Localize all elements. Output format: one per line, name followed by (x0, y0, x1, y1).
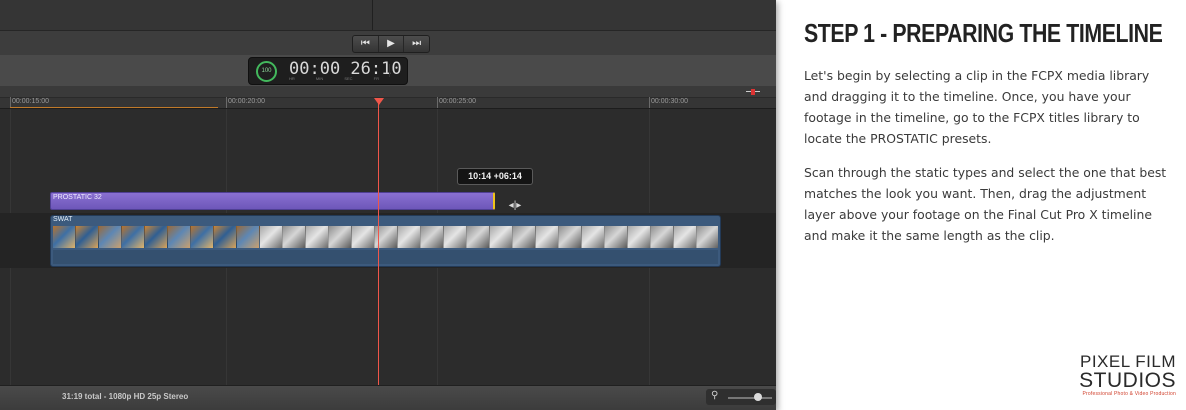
ruler-tick-line (437, 97, 438, 108)
filmstrip-thumbnail (352, 226, 375, 248)
filmstrip-thumbnail (651, 226, 674, 248)
ruler-header (0, 86, 776, 98)
filmstrip-thumbnail (513, 226, 536, 248)
playhead[interactable] (378, 101, 379, 385)
video-clip[interactable]: SWAT (50, 215, 721, 267)
skip-forward-icon[interactable]: ⏭ (404, 36, 429, 52)
zoom-slider-knob[interactable] (754, 393, 762, 401)
adjustment-layer-clip[interactable]: PROSTATIC 32 (50, 192, 495, 210)
filmstrip-thumbnail (444, 226, 467, 248)
logo-tagline: Professional Photo & Video Production (1082, 391, 1176, 397)
timecode-meter (389, 64, 399, 77)
transport-controls: ⏮ ▶ ⏭ (352, 35, 430, 53)
ruler-tick-label: 00:00:15:00 (12, 98, 49, 105)
timeline-area[interactable]: 10:14 +06:14 PROSTATIC 32 ◂|▸ SWAT (0, 109, 776, 385)
ruler-tick-line (649, 97, 650, 108)
zoom-slider-track[interactable] (728, 397, 772, 399)
filmstrip-thumbnail (306, 226, 329, 248)
filmstrip-thumbnail (191, 226, 214, 248)
timecode-display[interactable]: 100 00:00 26:10 HR MIN SEC FR (248, 57, 408, 85)
ruler-tick-label: 00:00:20:00 (228, 98, 265, 105)
filmstrip-thumbnail (421, 226, 444, 248)
skip-back-icon[interactable]: ⏮ (353, 36, 379, 52)
filmstrip-thumbnail (214, 226, 237, 248)
filmstrip-thumbnail (697, 226, 718, 248)
ruler-tick-label: 00:00:25:00 (439, 98, 476, 105)
paragraph-1: Let's begin by selecting a clip in the F… (804, 68, 1150, 146)
filmstrip (53, 226, 718, 248)
filmstrip-thumbnail (490, 226, 513, 248)
filmstrip-thumbnail (53, 226, 76, 248)
filmstrip-thumbnail (536, 226, 559, 248)
trim-cursor-icon: ◂|▸ (508, 200, 522, 211)
filmstrip-thumbnail (582, 226, 605, 248)
filmstrip-thumbnail (398, 226, 421, 248)
filmstrip-thumbnail (628, 226, 651, 248)
dashboard-bar: 100 00:00 26:10 HR MIN SEC FR (0, 55, 776, 86)
filmstrip-thumbnail (168, 226, 191, 248)
project-info: 31:19 total - 1080p HD 25p Stereo (62, 392, 189, 401)
filmstrip-thumbnail (559, 226, 582, 248)
timecode-unit-min: MIN (315, 76, 324, 81)
timeline-ruler[interactable]: 00:00:15:00 00:00:20:00 00:00:25:00 00:0… (0, 86, 776, 109)
filmstrip-thumbnail (237, 226, 260, 248)
filmstrip-thumbnail (99, 226, 122, 248)
audio-waveform (53, 250, 718, 264)
filmstrip-thumbnail (329, 226, 352, 248)
timecode-unit-fr: FR (373, 76, 379, 81)
filmstrip-thumbnail (605, 226, 628, 248)
pixel-film-studios-logo: PIXEL FILM STUDIOS Professional Photo & … (1076, 353, 1176, 403)
magnifier-icon[interactable]: ⚲ (711, 390, 718, 401)
ruler-tick-line (226, 97, 227, 108)
zoom-control[interactable]: ⚲ (706, 389, 776, 405)
viewer-divider (372, 0, 373, 30)
viewer-bottom (0, 0, 776, 30)
filmstrip-thumbnail (122, 226, 145, 248)
logo-line-2: STUDIOS (1079, 369, 1176, 392)
timecode-unit-sec: SEC (344, 76, 353, 81)
playhead-handle[interactable] (374, 98, 384, 105)
timecode-unit-hr: HR (289, 76, 295, 81)
ruler-tick-label: 00:00:30:00 (651, 98, 688, 105)
trim-tooltip: 10:14 +06:14 (457, 168, 533, 185)
filmstrip-thumbnail (467, 226, 490, 248)
status-bar: 31:19 total - 1080p HD 25p Stereo ⚲ (0, 385, 776, 410)
filmstrip-thumbnail (145, 226, 168, 248)
adjustment-clip-label: PROSTATIC 32 (53, 194, 102, 201)
background-tasks-icon[interactable]: 100 (256, 61, 277, 82)
render-bar (10, 107, 218, 108)
skimming-icon[interactable] (746, 89, 760, 95)
filmstrip-thumbnail (283, 226, 306, 248)
play-icon[interactable]: ▶ (379, 36, 405, 52)
filmstrip-thumbnail (674, 226, 697, 248)
step-title: STEP 1 - PREPARING THE TIMELINE (804, 18, 1163, 48)
filmstrip-thumbnail (260, 226, 283, 248)
filmstrip-thumbnail (76, 226, 99, 248)
transport-bar: ⏮ ▶ ⏭ (0, 30, 776, 56)
fcpx-screenshot: ⏮ ▶ ⏭ 100 00:00 26:10 HR MIN SEC FR 00:0… (0, 0, 776, 410)
video-clip-label: SWAT (53, 216, 73, 223)
timecode-units: HR MIN SEC FR (289, 76, 379, 81)
paragraph-2: Scan through the static types and select… (804, 165, 1167, 243)
